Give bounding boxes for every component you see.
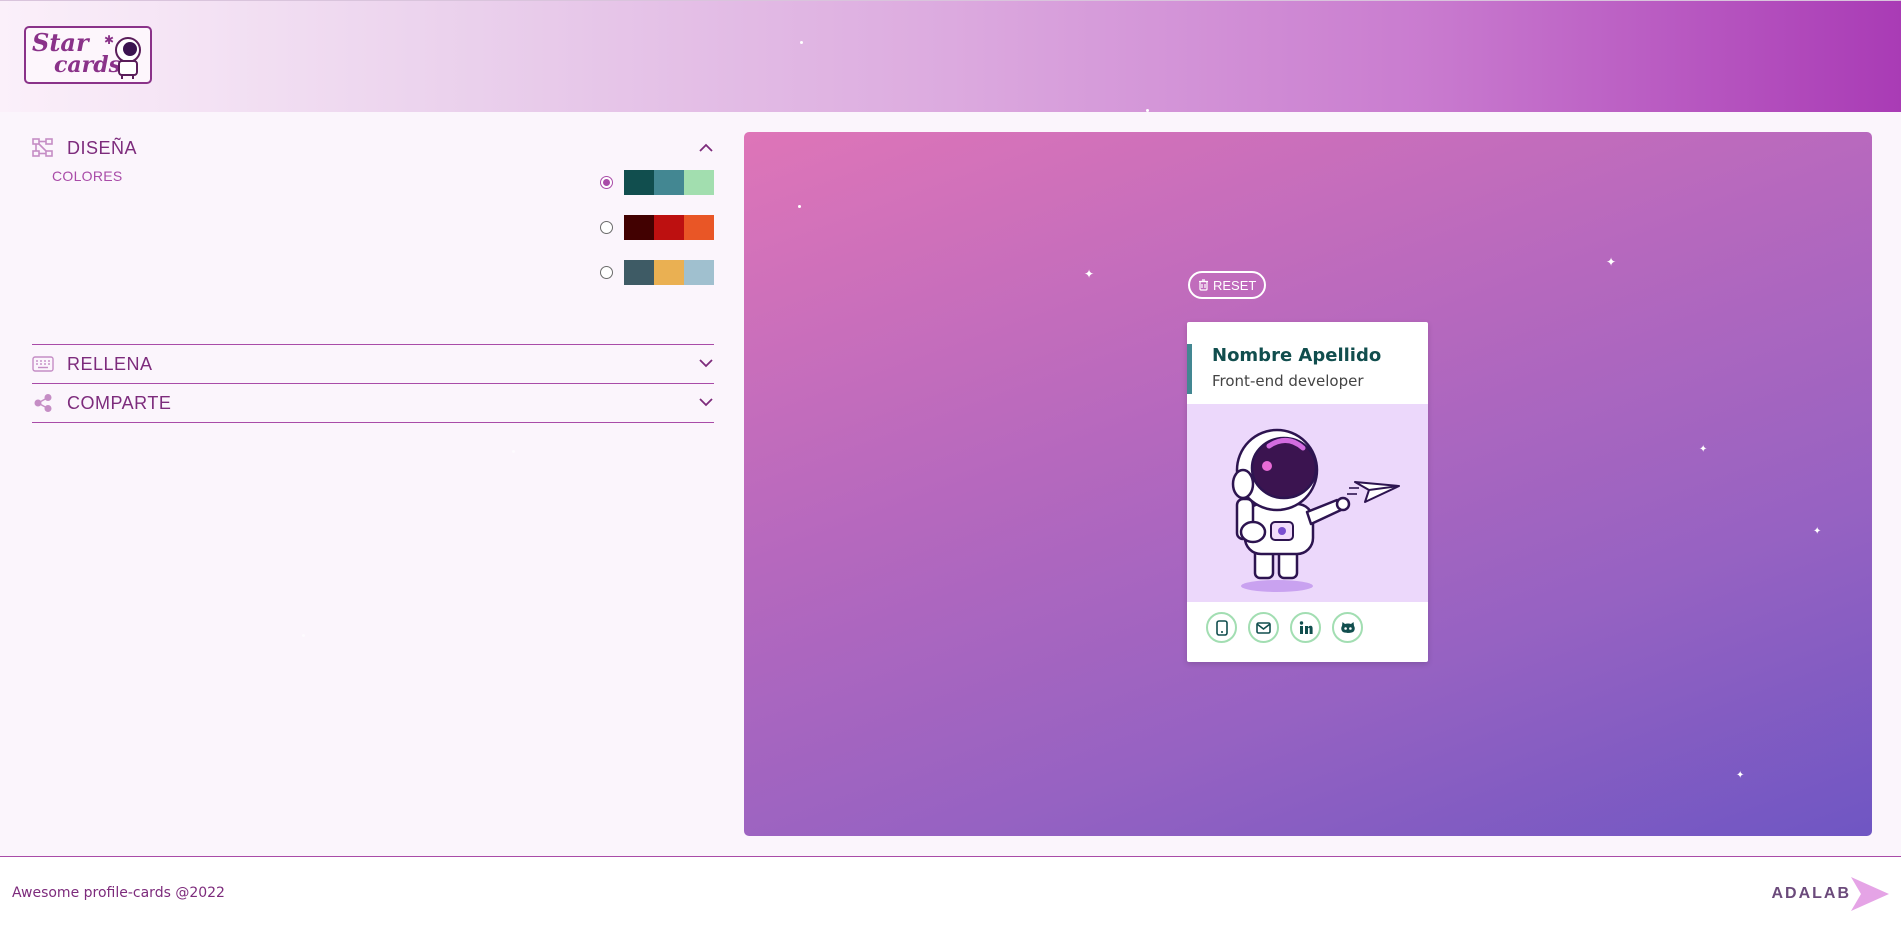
star-dot: [512, 450, 515, 453]
palette-1-swatch-1: [624, 170, 654, 195]
design-section-title: DISEÑA: [67, 137, 138, 158]
chevron-down-icon[interactable]: [698, 355, 714, 371]
fill-section-title: RELLENA: [67, 353, 153, 374]
palette-option-2[interactable]: [600, 215, 714, 240]
palette-option-3[interactable]: [600, 260, 714, 285]
star-sparkle: ✦: [1813, 526, 1822, 537]
profile-card: Nombre Apellido Front-end developer: [1187, 322, 1428, 662]
star-dot: [800, 41, 803, 44]
astronaut-logo-icon: ✱: [104, 33, 141, 79]
star-dot: [1146, 109, 1149, 112]
design-section-body: COLORES: [32, 166, 714, 344]
card-job: Front-end developer: [1212, 372, 1364, 390]
palette-2-swatch-2: [654, 215, 684, 240]
reset-label: RESET: [1213, 277, 1257, 293]
astronaut-illustration: [1231, 428, 1400, 592]
card-accent-bar: [1187, 344, 1192, 394]
footer-copyright: Awesome profile-cards @2022: [12, 885, 225, 901]
linkedin-icon[interactable]: [1290, 612, 1321, 643]
app-footer: Awesome profile-cards @2022 ADALAB: [0, 856, 1901, 930]
palette-3-swatch-3: [684, 260, 714, 285]
reset-button[interactable]: RESET: [1188, 271, 1267, 299]
colors-label: COLORES: [52, 168, 123, 184]
palette-2-swatch-3: [684, 215, 714, 240]
star-dot: [302, 634, 305, 637]
star-sparkle: ✦: [1084, 267, 1095, 281]
adalab-brand: ADALAB: [1771, 885, 1851, 902]
trash-icon: [1199, 279, 1208, 291]
palette-3-radio[interactable]: [600, 266, 613, 279]
card-name: Nombre Apellido: [1212, 345, 1382, 366]
palette-3-swatch-1: [624, 260, 654, 285]
star-sparkle: ✦: [1699, 444, 1708, 455]
share-section-title: COMPARTE: [67, 392, 172, 413]
star-sparkle: ✦: [1736, 770, 1745, 781]
star-cards-logo[interactable]: Star cards ✱: [24, 26, 152, 84]
adalab-arrow-icon: [1851, 877, 1889, 911]
svg-text:✱: ✱: [104, 33, 114, 47]
design-section-header[interactable]: DISEÑA: [32, 130, 714, 166]
fill-section-header[interactable]: RELLENA: [32, 345, 714, 383]
phone-icon[interactable]: [1206, 612, 1237, 643]
star-sparkle: ✦: [1606, 255, 1617, 269]
card-profile-image: [1187, 404, 1428, 602]
section-divider: [32, 422, 714, 423]
adalab-logo[interactable]: ADALAB: [1771, 875, 1891, 913]
palette-2-radio[interactable]: [600, 221, 613, 234]
design-icon: [32, 137, 54, 159]
form-panel: DISEÑA COLORES RELLENA COMPARTE: [32, 130, 714, 423]
chevron-down-icon[interactable]: [698, 394, 714, 410]
mail-icon[interactable]: [1248, 612, 1279, 643]
chevron-up-icon[interactable]: [698, 140, 714, 156]
card-preview-area: ✦ ✦ ✦ ✦ ✦ RESET Nombre Apellido Front-en…: [744, 132, 1872, 836]
share-icon: [32, 392, 54, 414]
palette-option-1[interactable]: [600, 170, 714, 195]
palette-2-swatch-1: [624, 215, 654, 240]
palette-3-swatch-2: [654, 260, 684, 285]
palette-1-swatch-2: [654, 170, 684, 195]
app-header: Star cards ✱: [0, 0, 1901, 112]
star-dot: [798, 205, 801, 208]
palette-1-radio[interactable]: [600, 176, 613, 189]
keyboard-icon: [32, 353, 54, 375]
palette-1-swatch-3: [684, 170, 714, 195]
share-section-header[interactable]: COMPARTE: [32, 384, 714, 422]
github-icon[interactable]: [1332, 612, 1363, 643]
card-social-links: [1206, 612, 1363, 643]
card-header: Nombre Apellido Front-end developer: [1187, 322, 1428, 404]
